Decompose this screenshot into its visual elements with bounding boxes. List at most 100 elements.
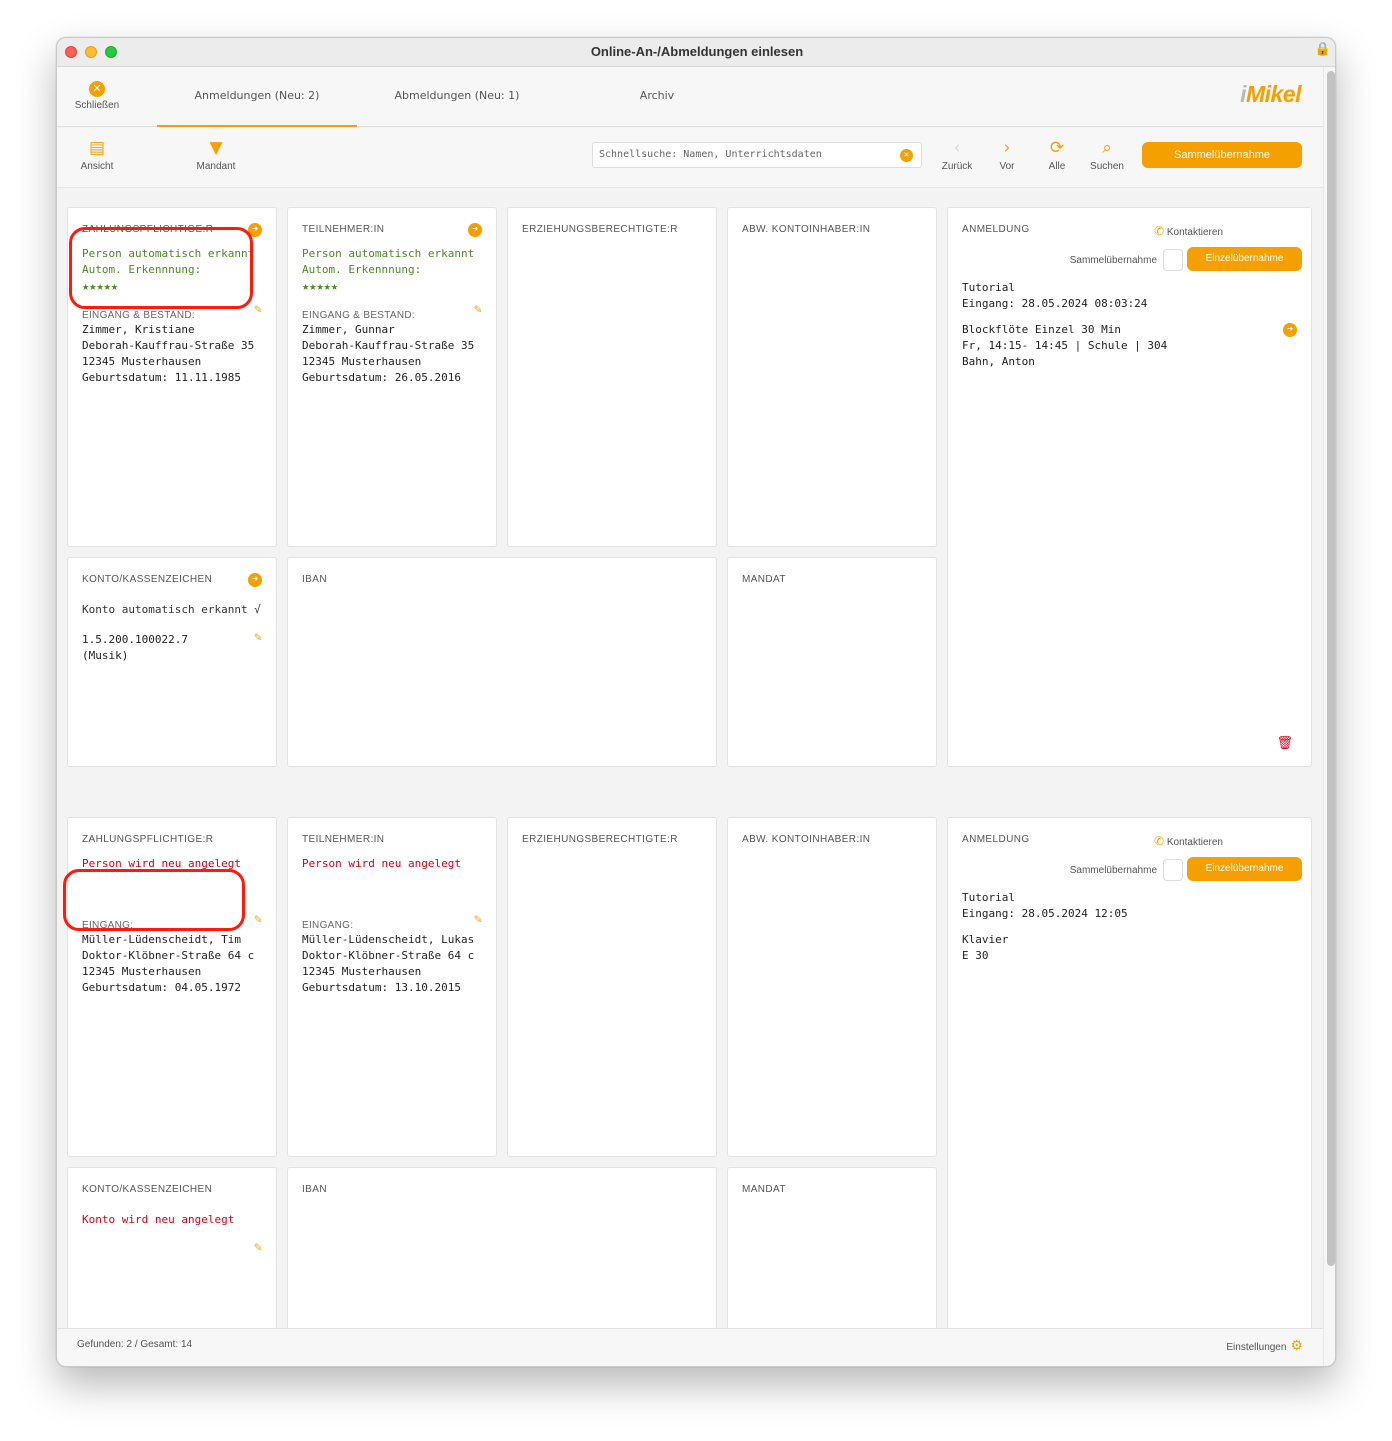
account-holder-header: ABW. KONTOINHABER:IN [742, 834, 871, 845]
search-icon: ⌕ [1102, 138, 1112, 158]
participant-header: TEILNEHMER:IN [302, 834, 385, 845]
guardian-header: ERZIEHUNGSBERECHTIGTE:R [522, 834, 678, 845]
participant-stars: ★★★★★ [302, 279, 339, 293]
payer-card: ZAHLUNGSPFLICHTIGE:R Person wird neu ang… [67, 817, 277, 1157]
scrollbar-thumb[interactable] [1327, 71, 1335, 1266]
mandate-card: MANDAT [727, 1167, 937, 1328]
trash-icon[interactable]: 🗑 [1276, 736, 1293, 751]
account-holder-header: ABW. KONTOINHABER:IN [742, 224, 871, 235]
iban-header: IBAN [302, 574, 327, 585]
pencil-icon[interactable]: ✎ [254, 630, 262, 645]
account-header: KONTO/KASSENZEICHEN [82, 1184, 213, 1195]
settings-button[interactable]: Einstellungen ⚙ [1226, 1337, 1303, 1354]
account-holder-card: ABW. KONTOINHABER:IN [727, 207, 937, 547]
registration-card: ANMELDUNG ✆ Kontaktieren Sammelübernahme… [947, 207, 1312, 767]
refresh-icon: ⟳ [1049, 138, 1065, 158]
close-icon: ✕ [89, 81, 105, 97]
pencil-icon[interactable]: ✎ [254, 1240, 262, 1255]
account-header: KONTO/KASSENZEICHEN [82, 574, 213, 585]
contact-link[interactable]: ✆ Kontaktieren [1154, 224, 1223, 238]
participant-card: TEILNEHMER:IN Person wird neu angelegt ✎… [287, 817, 497, 1157]
forward-button[interactable]: › Vor [979, 138, 1035, 172]
found-count: Gefunden: 2 / Gesamt: 14 [77, 1339, 193, 1350]
search-button[interactable]: ⌕ Suchen [1079, 138, 1135, 172]
participant-header: TEILNEHMER:IN [302, 224, 385, 235]
app-window: Online-An-/Abmeldungen einlesen 🔒 ✕ Schl… [56, 37, 1336, 1367]
participant-status: Person wird neu angelegt [302, 857, 461, 870]
phone-icon: ✆ [1154, 834, 1165, 848]
arrow-right-icon[interactable]: ➜ [468, 223, 482, 237]
guardian-card: ERZIEHUNGSBERECHTIGTE:R [507, 817, 717, 1157]
tab-anmeldungen[interactable]: Anmeldungen (Neu: 2) [157, 67, 357, 127]
participant-card: TEILNEHMER:IN ➜ Person automatisch erkan… [287, 207, 497, 547]
sammel-label: Sammelübernahme [1069, 865, 1157, 876]
lock-icon: 🔒 [1314, 42, 1331, 57]
account-card: KONTO/KASSENZEICHEN Konto wird neu angel… [67, 1167, 277, 1328]
mandate-card: MANDAT [727, 557, 937, 767]
pencil-icon[interactable]: ✎ [254, 912, 262, 927]
sammel-label: Sammelübernahme [1069, 255, 1157, 266]
tab-abmeldungen[interactable]: Abmeldungen (Neu: 1) [357, 67, 557, 127]
close-label: Schließen [74, 100, 120, 111]
sammel-checkbox[interactable] [1163, 249, 1183, 271]
mandate-header: MANDAT [742, 1184, 786, 1195]
imikel-logo: iMikel [1240, 81, 1301, 107]
window-title: Online-An-/Abmeldungen einlesen [590, 44, 804, 59]
einzeluebernahme-button[interactable]: Einzelübernahme [1187, 247, 1302, 271]
participant-details: Zimmer, Gunnar Deborah-Kauffrau-Straße 3… [302, 323, 475, 384]
vertical-scrollbar[interactable] [1323, 67, 1335, 1366]
einzeluebernahme-button[interactable]: Einzelübernahme [1187, 857, 1302, 881]
back-button[interactable]: ‹ Zurück [929, 138, 985, 172]
sammeluebernahme-button[interactable]: Sammelübernahme [1142, 142, 1302, 168]
all-button[interactable]: ⟳ Alle [1029, 138, 1085, 172]
registration-entry: Tutorial Eingang: 28.05.2024 08:03:24 [962, 281, 1148, 310]
guardian-header: ERZIEHUNGSBERECHTIGTE:R [522, 224, 678, 235]
account-card: KONTO/KASSENZEICHEN ➜ Konto automatisch … [67, 557, 277, 767]
payer-details: Zimmer, Kristiane Deborah-Kauffrau-Straß… [82, 323, 255, 384]
quick-search-input[interactable]: Schnellsuche: Namen, Unterrichtsdaten ✕ [592, 142, 922, 168]
table-view-icon: ▤ [88, 138, 106, 158]
search-placeholder: Schnellsuche: Namen, Unterrichtsdaten [599, 149, 822, 160]
mandate-header: MANDAT [742, 574, 786, 585]
registration-course: Klavier E 30 [962, 933, 1009, 962]
tab-archiv[interactable]: Archiv [557, 67, 757, 127]
guardian-card: ERZIEHUNGSBERECHTIGTE:R [507, 207, 717, 547]
status-bar: Gefunden: 2 / Gesamt: 14 Einstellungen ⚙ [57, 1328, 1323, 1366]
filter-icon: ▼ [209, 138, 223, 158]
account-status: Konto wird neu angelegt [82, 1213, 235, 1226]
top-toolbar: ✕ Schließen Anmeldungen (Neu: 2) Abmeldu… [57, 67, 1323, 127]
registration-card: ANMELDUNG ✆ Kontaktieren Sammelübernahme… [947, 817, 1312, 1328]
action-toolbar: ▤ Ansicht ▼ Mandant Schnellsuche: Namen,… [57, 128, 1323, 188]
close-button[interactable]: ✕ Schließen [71, 77, 123, 111]
title-bar: Online-An-/Abmeldungen einlesen 🔒 [57, 38, 1335, 67]
annotation-circle [69, 227, 253, 309]
iban-card: IBAN [287, 557, 717, 767]
records-area: ZAHLUNGSPFLICHTIGE:R ➜ Person automatisc… [57, 189, 1323, 1328]
registration-entry: Tutorial Eingang: 28.05.2024 12:05 [962, 891, 1128, 920]
registration-header: ANMELDUNG [962, 224, 1030, 235]
sammel-checkbox[interactable] [1163, 859, 1183, 881]
iban-card: IBAN [287, 1167, 717, 1328]
annotation-circle [63, 869, 245, 931]
gear-icon: ⚙ [1290, 1337, 1303, 1353]
participant-status: Person automatisch erkannt [302, 247, 475, 260]
ansicht-button[interactable]: ▤ Ansicht [69, 138, 125, 172]
account-details: 1.5.200.100022.7 (Musik) [82, 633, 188, 662]
clear-search-icon[interactable]: ✕ [900, 149, 913, 162]
account-holder-card: ABW. KONTOINHABER:IN [727, 817, 937, 1157]
chevron-left-icon: ‹ [953, 138, 961, 158]
contact-link[interactable]: ✆ Kontaktieren [1154, 834, 1223, 848]
arrow-right-icon[interactable]: ➜ [248, 573, 262, 587]
arrow-right-icon[interactable]: ➜ [1283, 323, 1297, 337]
chevron-right-icon: › [1003, 138, 1011, 158]
payer-header: ZAHLUNGSPFLICHTIGE:R [82, 834, 214, 845]
pencil-icon[interactable]: ✎ [254, 302, 262, 317]
pencil-icon[interactable]: ✎ [474, 302, 482, 317]
registration-course: Blockflöte Einzel 30 Min Fr, 14:15- 14:4… [962, 323, 1168, 368]
registration-header: ANMELDUNG [962, 834, 1030, 845]
mandant-button[interactable]: ▼ Mandant [188, 138, 244, 172]
account-status: Konto automatisch erkannt √ [82, 603, 261, 616]
phone-icon: ✆ [1154, 224, 1165, 238]
pencil-icon[interactable]: ✎ [474, 912, 482, 927]
iban-header: IBAN [302, 1184, 327, 1195]
